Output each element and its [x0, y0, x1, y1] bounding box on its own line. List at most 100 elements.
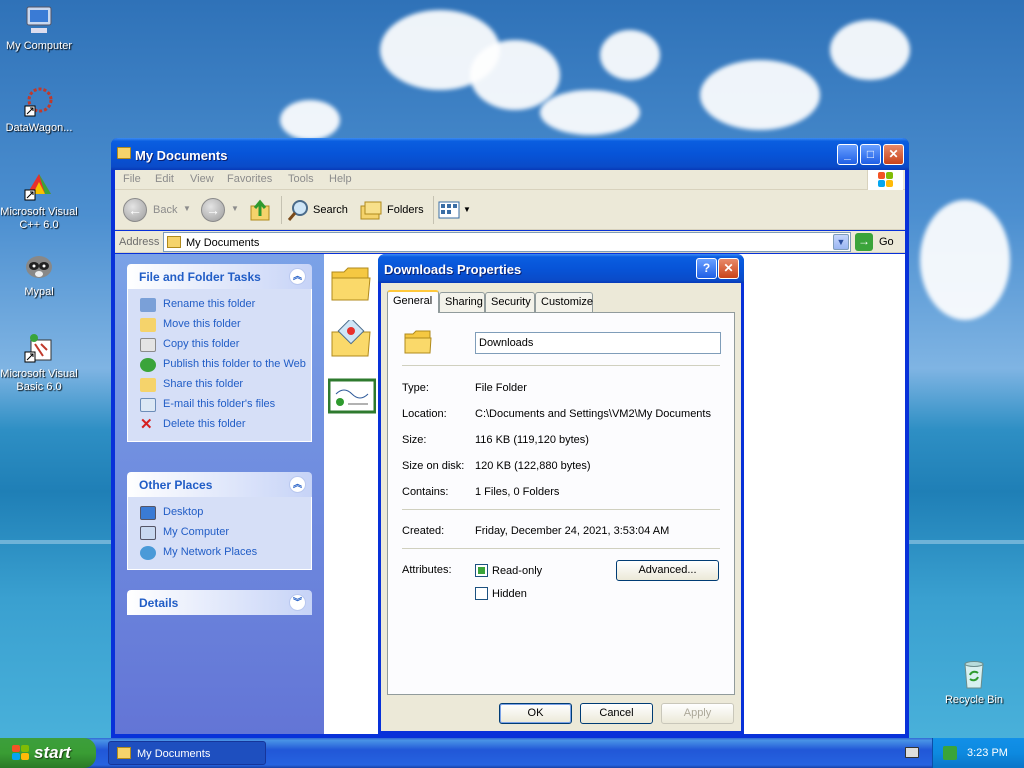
folder-item-my-pictures[interactable] — [330, 320, 372, 360]
maximize-button[interactable]: □ — [860, 144, 881, 165]
folders-icon — [360, 201, 382, 220]
minimize-button[interactable]: _ — [837, 144, 858, 165]
address-dropdown-button[interactable]: ▼ — [833, 234, 849, 250]
hidden-checkbox[interactable] — [475, 587, 488, 600]
menu-file[interactable]: File — [123, 173, 141, 185]
dialog-body: General Sharing Security Customize Downl… — [381, 283, 741, 731]
back-button[interactable]: ← Back ▼ — [123, 198, 193, 222]
panel-header[interactable]: File and Folder Tasks ︽ — [127, 264, 312, 289]
copy-folder-link[interactable]: Copy this folder — [128, 335, 311, 355]
search-icon — [287, 200, 308, 221]
share-folder-link[interactable]: Share this folder — [128, 375, 311, 395]
desktop-icon — [140, 506, 156, 520]
desktop-icon-mypal[interactable]: Mypal — [0, 250, 84, 299]
desktop-icon-visual-cpp[interactable]: Microsoft Visual C++ 6.0 — [0, 170, 84, 232]
panel-title: Details — [139, 596, 179, 610]
collapse-chevron-icon[interactable]: ︽ — [289, 268, 306, 285]
search-label: Search — [313, 204, 348, 216]
go-button[interactable]: → Go — [855, 232, 903, 252]
explorer-titlebar[interactable]: My Documents _ □ ✕ — [111, 138, 909, 170]
details-panel: Details ︾ — [127, 590, 312, 615]
up-folder-button[interactable] — [249, 198, 273, 222]
file-item-certificate[interactable] — [328, 376, 376, 416]
panel-header[interactable]: Details ︾ — [127, 590, 312, 615]
move-icon — [140, 318, 156, 332]
desktop-icon-recycle-bin[interactable]: Recycle Bin — [929, 658, 1019, 707]
views-button[interactable]: ▼ — [437, 198, 471, 222]
dialog-title: Downloads Properties — [384, 262, 522, 277]
attributes-label: Attributes: — [402, 564, 452, 576]
collapse-chevron-icon[interactable]: ︽ — [289, 476, 306, 493]
apply-button[interactable]: Apply — [661, 703, 734, 724]
dialog-titlebar[interactable]: Downloads Properties ? ✕ — [378, 254, 744, 283]
menu-view[interactable]: View — [190, 173, 214, 185]
advanced-button[interactable]: Advanced... — [616, 560, 719, 581]
desktop-icon-datawagon[interactable]: DataWagon... — [0, 86, 84, 135]
desktop-icon-visual-basic[interactable]: Microsoft Visual Basic 6.0 — [0, 332, 84, 394]
email-files-link[interactable]: E-mail this folder's files — [128, 395, 311, 415]
sky-cloud — [920, 200, 1010, 320]
forward-button[interactable]: → ▼ — [201, 198, 241, 222]
taskbar-item-my-documents[interactable]: My Documents — [108, 741, 266, 765]
desktop-icon-my-computer[interactable]: My Computer — [0, 4, 84, 53]
network-status-icon[interactable] — [943, 746, 957, 760]
toolbar-separator — [433, 196, 434, 224]
desktop-icon-label: My Computer — [5, 40, 73, 52]
tab-customize[interactable]: Customize — [535, 292, 593, 312]
search-button[interactable]: Search — [287, 198, 351, 222]
my-network-places-link[interactable]: My Network Places — [128, 543, 311, 563]
menu-bar: File Edit View Favorites Tools Help — [115, 170, 905, 190]
divider — [402, 365, 720, 366]
ok-button[interactable]: OK — [499, 703, 572, 724]
publish-folder-link[interactable]: Publish this folder to the Web — [128, 355, 311, 375]
recycle-bin-icon — [958, 658, 990, 690]
desktop-icon-label: DataWagon... — [5, 122, 73, 134]
cancel-button[interactable]: Cancel — [580, 703, 653, 724]
delete-folder-link[interactable]: ✕ Delete this folder — [128, 415, 311, 435]
size-label: Size: — [402, 434, 427, 446]
start-button[interactable]: start — [0, 738, 96, 768]
rename-icon — [140, 298, 156, 312]
system-tray: 3:23 PM — [932, 738, 1024, 768]
readonly-checkbox[interactable] — [475, 564, 488, 577]
task-pane: File and Folder Tasks ︽ Rename this fold… — [115, 254, 324, 734]
keyboard-icon[interactable] — [905, 747, 919, 758]
readonly-label[interactable]: Read-only — [492, 565, 542, 577]
menu-edit[interactable]: Edit — [155, 173, 174, 185]
go-arrow-icon: → — [855, 233, 873, 251]
close-button[interactable]: ✕ — [718, 258, 739, 279]
tab-sharing[interactable]: Sharing — [439, 292, 485, 312]
menu-tools[interactable]: Tools — [288, 173, 314, 185]
my-computer-link[interactable]: My Computer — [128, 523, 311, 543]
contains-label: Contains: — [402, 486, 449, 498]
menu-help[interactable]: Help — [329, 173, 352, 185]
folder-item-downloads[interactable] — [330, 264, 372, 304]
move-folder-link[interactable]: Move this folder — [128, 315, 311, 335]
hidden-label[interactable]: Hidden — [492, 588, 527, 600]
close-button[interactable]: ✕ — [883, 144, 904, 165]
folders-button[interactable]: Folders — [359, 198, 427, 222]
sky-cloud — [470, 40, 560, 110]
taskbar: start My Documents 3:23 PM — [0, 738, 1024, 768]
taskbar-item-label: My Documents — [137, 748, 211, 760]
start-label: start — [34, 743, 71, 762]
globe-icon — [140, 358, 156, 372]
computer-icon — [140, 526, 156, 540]
visual-cpp-icon — [23, 170, 55, 202]
explorer-title: My Documents — [135, 148, 228, 163]
tab-security[interactable]: Security — [485, 292, 535, 312]
desktop-link[interactable]: Desktop — [128, 503, 311, 523]
panel-header[interactable]: Other Places ︽ — [127, 472, 312, 497]
copy-icon — [140, 338, 156, 352]
tab-general[interactable]: General — [387, 290, 439, 313]
help-button[interactable]: ? — [696, 258, 717, 279]
folder-name-input[interactable]: Downloads — [475, 332, 721, 354]
menu-favorites[interactable]: Favorites — [227, 173, 272, 185]
size-on-disk-value: 120 KB (122,880 bytes) — [475, 460, 591, 472]
network-globe-icon — [140, 546, 156, 560]
rename-folder-link[interactable]: Rename this folder — [128, 295, 311, 315]
address-field[interactable]: My Documents ▼ — [163, 232, 851, 252]
clock[interactable]: 3:23 PM — [967, 747, 1008, 759]
expand-chevron-icon[interactable]: ︾ — [289, 594, 306, 611]
address-value: My Documents — [186, 237, 260, 249]
